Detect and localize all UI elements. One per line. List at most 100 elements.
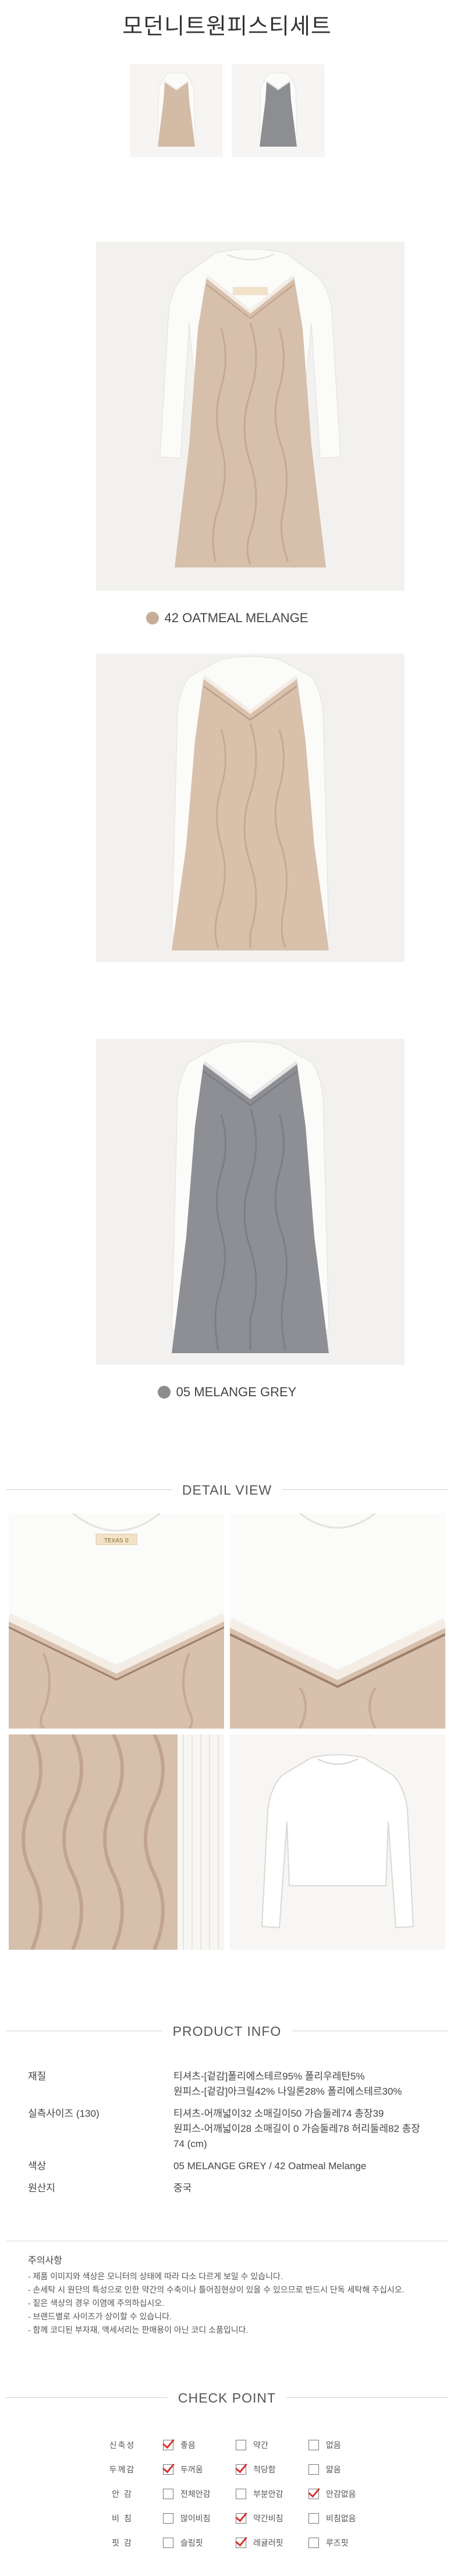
checkbox-empty-icon bbox=[308, 2440, 319, 2450]
product-info-table: 재질 티셔츠-[겉감]폴리에스테르95% 폴리우레탄5% 원피스-[겉감]아크릴… bbox=[28, 2069, 430, 2203]
caption-text: 42 OATMEAL MELANGE bbox=[164, 611, 308, 625]
section-title: CHECK POINT bbox=[167, 2386, 287, 2410]
check-option: 좋음 bbox=[163, 2439, 236, 2451]
info-row-size: 실측사이즈 (130) 티셔츠-어깨넓이32 소매길이50 가슴둘레74 총장3… bbox=[28, 2106, 430, 2152]
oatmeal-dress-image bbox=[96, 242, 405, 591]
info-line: 05 MELANGE GREY / 42 Oatmeal Melange bbox=[173, 2160, 367, 2171]
option-text: 두꺼움 bbox=[180, 2465, 203, 2474]
grey-dress-image bbox=[96, 1039, 405, 1365]
check-option: 레귤러핏 bbox=[236, 2537, 308, 2549]
info-line: 원피스-어깨넓이28 소매길이 0 가슴둘레78 허리둘레82 총장74 (cm… bbox=[173, 2123, 420, 2149]
check-row-fit: 핏 감 슬림핏 레귤러핏 루즈핏 bbox=[81, 2531, 384, 2555]
section-title: DETAIL VIEW bbox=[171, 1478, 283, 1502]
check-option: 비침없음 bbox=[308, 2513, 381, 2524]
info-row-origin: 원산지 중국 bbox=[28, 2181, 430, 2196]
notice-section: 주의사항 - 제품 이미지와 색상은 모니터의 상태에 따라 다소 다르게 보일… bbox=[28, 2254, 430, 2337]
check-option: 얇음 bbox=[308, 2464, 381, 2475]
check-option: 약간비침 bbox=[236, 2513, 308, 2524]
product-photo-oatmeal-front bbox=[96, 242, 405, 591]
oatmeal-dress-worn-image bbox=[96, 654, 405, 962]
check-option: 약간 bbox=[236, 2439, 308, 2451]
checkbox-checked-icon bbox=[236, 2513, 246, 2524]
check-option: 전체안감 bbox=[163, 2488, 236, 2500]
info-value: 05 MELANGE GREY / 42 Oatmeal Melange bbox=[173, 2159, 430, 2174]
notice-item: - 짙은 색상의 경우 이염에 주의하십시오. bbox=[28, 2298, 165, 2308]
check-label: 신축성 bbox=[109, 2440, 136, 2450]
option-text: 약간비침 bbox=[253, 2514, 283, 2523]
checkbox-checked-icon bbox=[236, 2464, 246, 2475]
checkbox-empty-icon bbox=[236, 2440, 246, 2450]
detail-knit-texture-image bbox=[9, 1734, 224, 1950]
check-row-thickness: 두께감 두꺼움 적당함 얇음 bbox=[81, 2457, 384, 2482]
check-label: 핏 감 bbox=[112, 2538, 133, 2547]
page-title: 모던니트원피스티세트 bbox=[122, 13, 332, 39]
info-label: 실측사이즈 (130) bbox=[28, 2108, 100, 2119]
option-text: 비침없음 bbox=[326, 2514, 356, 2523]
product-detail-page: 모던니트원피스티세트 42 OATMEAL MELANGE 05 MELANGE… bbox=[0, 0, 454, 2576]
caption-text: 05 MELANGE GREY bbox=[176, 1385, 297, 1399]
product-photo-grey bbox=[96, 1039, 405, 1365]
checkbox-checked-icon bbox=[163, 2440, 173, 2450]
notice-item: - 제품 이미지와 색상은 모니터의 상태에 따라 다소 다르게 보일 수 있습… bbox=[28, 2272, 283, 2281]
option-text: 약간 bbox=[253, 2440, 268, 2450]
checkbox-empty-icon bbox=[308, 2538, 319, 2548]
grey-swatch-icon bbox=[157, 1386, 171, 1399]
check-label: 비 침 bbox=[112, 2514, 133, 2523]
product-info-header: PRODUCT INFO bbox=[0, 2020, 454, 2043]
notice-title: 주의사항 bbox=[28, 2256, 62, 2266]
info-label: 재질 bbox=[28, 2071, 47, 2082]
info-row-material: 재질 티셔츠-[겉감]폴리에스테르95% 폴리우레탄5% 원피스-[겉감]아크릴… bbox=[28, 2069, 430, 2099]
info-label: 원산지 bbox=[28, 2183, 55, 2194]
checkbox-checked-icon bbox=[163, 2464, 173, 2475]
info-label: 색상 bbox=[28, 2160, 47, 2171]
oatmeal-swatch-icon bbox=[146, 612, 159, 625]
option-text: 전체안감 bbox=[180, 2489, 211, 2499]
info-line: 티셔츠-어깨넓이32 소매길이50 가슴둘레74 총장39 bbox=[173, 2108, 384, 2119]
info-row-color: 색상 05 MELANGE GREY / 42 Oatmeal Melange bbox=[28, 2159, 430, 2174]
section-title: PRODUCT INFO bbox=[162, 2020, 292, 2043]
check-label: 안 감 bbox=[112, 2489, 133, 2499]
checkbox-empty-icon bbox=[163, 2538, 173, 2548]
color-caption-oatmeal: 42 OATMEAL MELANGE bbox=[0, 611, 454, 626]
checkbox-empty-icon bbox=[308, 2464, 319, 2475]
check-option: 루즈핏 bbox=[308, 2537, 381, 2549]
option-text: 부분안감 bbox=[253, 2489, 283, 2499]
check-option: 적당함 bbox=[236, 2464, 308, 2475]
check-option: 부분안감 bbox=[236, 2488, 308, 2500]
notice-item: - 브랜드별로 사이즈가 상이할 수 있습니다. bbox=[28, 2312, 172, 2321]
info-line: 중국 bbox=[173, 2183, 192, 2194]
check-option: 없음 bbox=[308, 2439, 381, 2451]
checkbox-checked-icon bbox=[308, 2489, 319, 2499]
option-text: 레귤러핏 bbox=[253, 2538, 283, 2547]
product-thumbnail-oatmeal-image bbox=[130, 64, 223, 157]
detail-view-header: DETAIL VIEW bbox=[0, 1478, 454, 1502]
check-option: 두꺼움 bbox=[163, 2464, 236, 2475]
option-text: 루즈핏 bbox=[326, 2538, 349, 2547]
thumbnail-oatmeal[interactable] bbox=[130, 64, 223, 157]
product-photo-oatmeal-worn bbox=[96, 654, 405, 962]
checkbox-empty-icon bbox=[163, 2489, 173, 2499]
notice-item: - 함께 코디된 부자재, 액세서리는 판매용이 아닌 코디 소품입니다. bbox=[28, 2325, 249, 2334]
check-label: 두께감 bbox=[109, 2465, 136, 2474]
option-text: 좋음 bbox=[180, 2440, 196, 2450]
option-text: 슬림핏 bbox=[180, 2538, 203, 2547]
detail-tshirt-image bbox=[230, 1734, 445, 1950]
option-text: 안감없음 bbox=[326, 2489, 356, 2499]
info-value: 중국 bbox=[173, 2181, 430, 2196]
info-value: 티셔츠-어깨넓이32 소매길이50 가슴둘레74 총장39 원피스-어깨넓이28… bbox=[173, 2106, 430, 2152]
checkbox-checked-icon bbox=[236, 2538, 246, 2548]
checkbox-empty-icon bbox=[163, 2513, 173, 2524]
check-option: 슬림핏 bbox=[163, 2537, 236, 2549]
check-point-table: 신축성 좋음 약간 없음 두께감 두꺼움 적당함 얇음 안 감 전체안감 부분안… bbox=[81, 2433, 384, 2555]
check-row-lining: 안 감 전체안감 부분안감 안감없음 bbox=[81, 2482, 384, 2506]
check-point-header: CHECK POINT bbox=[0, 2386, 454, 2410]
option-text: 없음 bbox=[326, 2440, 341, 2450]
detail-neckline-image: TEXAS 0 bbox=[9, 1513, 224, 1729]
info-line: 티셔츠-[겉감]폴리에스테르95% 폴리우레탄5% bbox=[173, 2071, 365, 2082]
info-line: 원피스-[겉감]아크릴42% 나일론28% 폴리에스테르30% bbox=[173, 2086, 402, 2097]
check-option: 많이비침 bbox=[163, 2513, 236, 2524]
checkbox-empty-icon bbox=[308, 2513, 319, 2524]
check-row-elasticity: 신축성 좋음 약간 없음 bbox=[81, 2433, 384, 2457]
label-tag-text: TEXAS 0 bbox=[104, 1538, 129, 1544]
thumbnail-grey[interactable] bbox=[232, 64, 325, 157]
